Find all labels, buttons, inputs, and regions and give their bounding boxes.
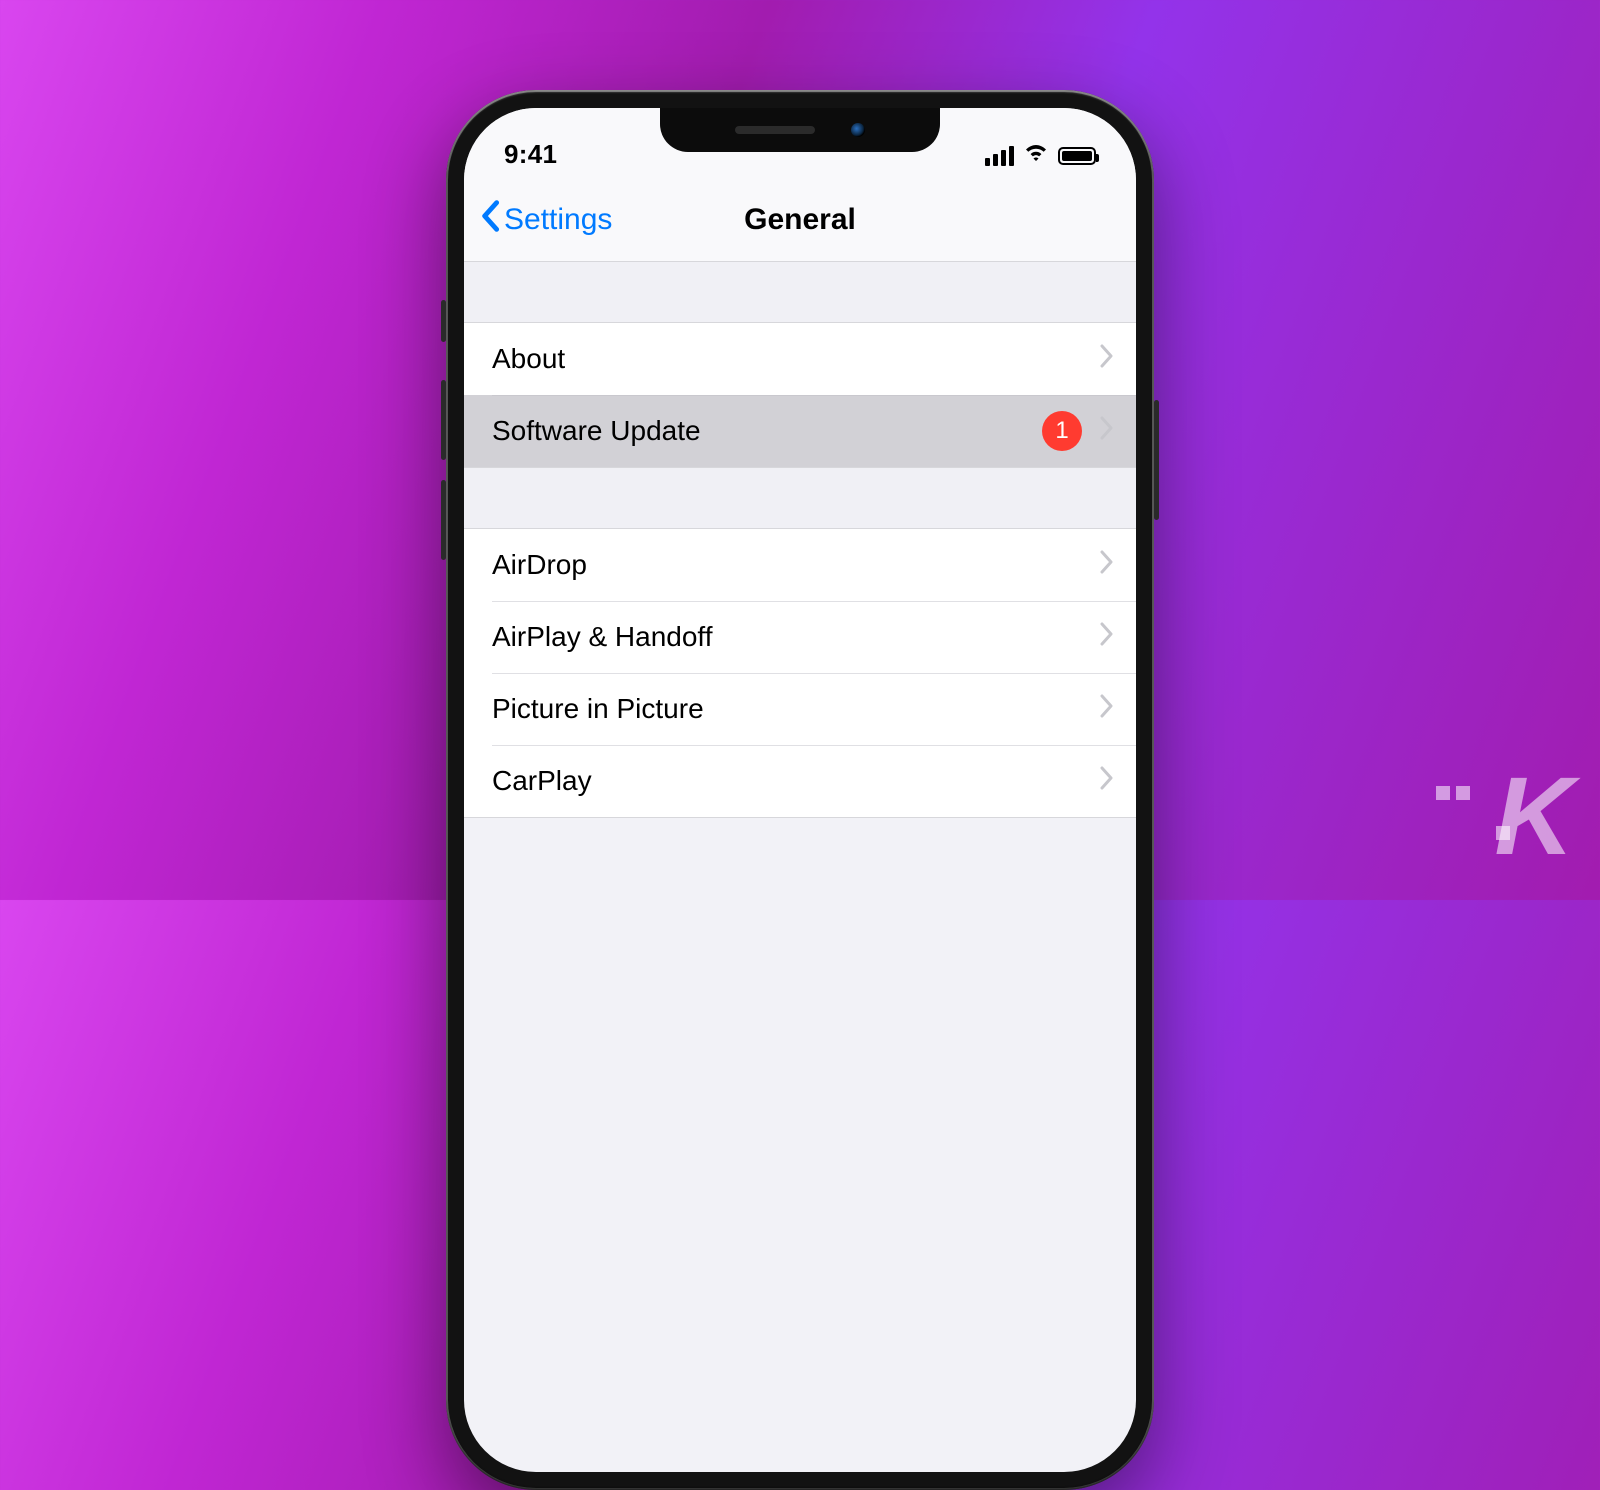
battery-icon <box>1058 147 1096 165</box>
cellular-icon <box>985 146 1014 166</box>
row-about[interactable]: About <box>464 323 1136 395</box>
notification-badge: 1 <box>1042 411 1082 451</box>
page-title: General <box>744 203 856 237</box>
front-camera <box>851 123 865 137</box>
section-gap <box>464 262 1136 322</box>
chevron-right-icon <box>1100 343 1114 375</box>
notch <box>660 108 940 152</box>
nav-bar: Settings General <box>464 178 1136 262</box>
screen: 9:41 Settings General <box>464 108 1136 1472</box>
row-label: AirDrop <box>492 549 1100 581</box>
list-section: AirDrop AirPlay & Handoff Picture in Pic… <box>464 528 1136 818</box>
status-time: 9:41 <box>504 139 557 170</box>
volume-down <box>441 480 446 560</box>
row-label: AirPlay & Handoff <box>492 621 1100 653</box>
row-label: About <box>492 343 1100 375</box>
row-label: Software Update <box>492 415 1042 447</box>
row-airdrop[interactable]: AirDrop <box>464 529 1136 601</box>
chevron-right-icon <box>1100 415 1114 447</box>
row-carplay[interactable]: CarPlay <box>464 745 1136 817</box>
chevron-right-icon <box>1100 693 1114 725</box>
chevron-right-icon <box>1100 549 1114 581</box>
earpiece <box>735 126 815 134</box>
phone-frame: 9:41 Settings General <box>446 90 1154 1490</box>
power-button <box>1154 400 1159 520</box>
row-software-update[interactable]: Software Update 1 <box>464 395 1136 467</box>
volume-up <box>441 380 446 460</box>
mute-switch <box>441 300 446 342</box>
row-label: Picture in Picture <box>492 693 1100 725</box>
row-picture-in-picture[interactable]: Picture in Picture <box>464 673 1136 745</box>
row-label: CarPlay <box>492 765 1100 797</box>
watermark-dots <box>1436 786 1470 800</box>
chevron-left-icon <box>478 200 502 240</box>
chevron-right-icon <box>1100 621 1114 653</box>
wifi-icon <box>1024 141 1048 170</box>
section-gap <box>464 468 1136 528</box>
chevron-right-icon <box>1100 765 1114 797</box>
list-section: About Software Update 1 <box>464 322 1136 468</box>
row-airplay-handoff[interactable]: AirPlay & Handoff <box>464 601 1136 673</box>
back-button[interactable]: Settings <box>478 200 612 240</box>
watermark-logo: K <box>1495 753 1570 880</box>
back-label: Settings <box>504 203 612 237</box>
